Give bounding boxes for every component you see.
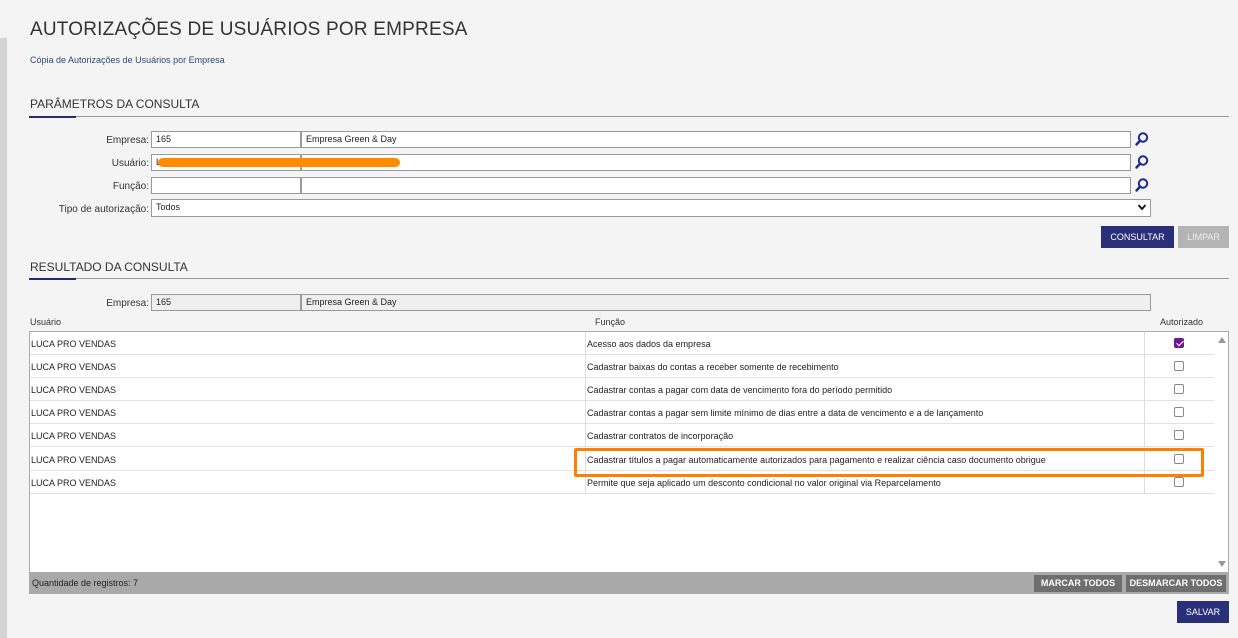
cell-funcao: Cadastrar baixas do contas a receber som… xyxy=(587,362,839,372)
column-divider xyxy=(1144,401,1145,424)
scroll-up-arrow-icon[interactable] xyxy=(1218,337,1226,343)
column-divider xyxy=(585,471,586,494)
column-divider xyxy=(1144,332,1145,355)
column-divider xyxy=(585,424,586,447)
column-divider xyxy=(1144,378,1145,401)
scroll-down-arrow-icon[interactable] xyxy=(1218,561,1226,567)
column-divider xyxy=(1144,424,1145,447)
empresa-name-field[interactable]: Empresa Green & Day xyxy=(301,131,1131,148)
autorizado-checkbox[interactable] xyxy=(1174,430,1184,440)
funcao-name-field[interactable] xyxy=(301,177,1131,194)
grid-scrollbar[interactable] xyxy=(1215,332,1228,572)
search-icon[interactable] xyxy=(1134,131,1150,147)
cell-funcao: Cadastrar contratos de incorporação xyxy=(587,431,734,441)
redaction-mark xyxy=(158,158,400,167)
cell-usuario: LUCA PRO VENDAS xyxy=(31,455,117,465)
column-divider xyxy=(1144,471,1145,494)
limpar-button[interactable]: LIMPAR xyxy=(1178,226,1229,248)
cell-usuario: LUCA PRO VENDAS xyxy=(31,339,117,349)
cell-usuario: LUCA PRO VENDAS xyxy=(31,478,117,488)
empresa-code-field[interactable]: 165 xyxy=(151,131,301,148)
result-empresa-name: Empresa Green & Day xyxy=(301,294,1151,311)
cell-funcao: Permite que seja aplicado um desconto co… xyxy=(587,478,941,488)
desmarcar-todos-button[interactable]: DESMARCAR TODOS xyxy=(1126,575,1226,592)
chevron-down-icon xyxy=(1137,204,1147,211)
funcao-label: Função: xyxy=(112,181,149,192)
result-section-accent xyxy=(29,278,76,280)
cell-funcao: Cadastrar contas a pagar com data de ven… xyxy=(587,385,893,395)
consultar-button[interactable]: CONSULTAR xyxy=(1101,226,1174,248)
usuario-label: Usuário: xyxy=(111,158,149,169)
column-divider xyxy=(585,401,586,424)
table-row[interactable]: LUCA PRO VENDAS Cadastrar contratos de i… xyxy=(30,424,1214,447)
record-count: Quantidade de registros: 7 xyxy=(32,578,139,588)
column-divider xyxy=(585,332,586,355)
cell-usuario: LUCA PRO VENDAS xyxy=(31,408,117,418)
column-divider xyxy=(1144,355,1145,378)
page-title: AUTORIZAÇÕES DE USUÁRIOS POR EMPRESA xyxy=(30,19,468,40)
autorizado-checkbox[interactable] xyxy=(1174,361,1184,371)
table-row[interactable]: LUCA PRO VENDAS Cadastrar baixas do cont… xyxy=(30,355,1214,378)
autorizado-checkbox[interactable] xyxy=(1174,338,1184,348)
grid-header: Usuário Função Autorizado xyxy=(29,316,1229,330)
usuario-name-field[interactable] xyxy=(301,154,1131,171)
cell-funcao: Cadastrar títulos a pagar automaticament… xyxy=(587,455,1046,465)
grid-footer: Quantidade de registros: 7 MARCAR TODOS … xyxy=(29,573,1229,594)
table-row[interactable]: LUCA PRO VENDAS Cadastrar títulos a paga… xyxy=(30,448,1214,471)
copy-authorizations-link[interactable]: Cópia de Autorizações de Usuários por Em… xyxy=(30,55,225,65)
result-section-title: RESULTADO DA CONSULTA xyxy=(30,260,188,274)
funcao-code-field[interactable] xyxy=(151,177,301,194)
salvar-button[interactable]: SALVAR xyxy=(1177,601,1229,623)
autorizado-checkbox[interactable] xyxy=(1174,454,1184,464)
tipo-autorizacao-select[interactable]: Todos xyxy=(151,199,1151,217)
col-funcao-header[interactable]: Função xyxy=(595,317,625,327)
cell-usuario: LUCA PRO VENDAS xyxy=(31,431,117,441)
empresa-label: Empresa: xyxy=(106,135,149,146)
column-divider xyxy=(585,378,586,401)
results-grid: LUCA PRO VENDAS Acesso aos dados da empr… xyxy=(29,331,1229,573)
params-section-title: PARÂMETROS DA CONSULTA xyxy=(30,97,200,111)
search-icon[interactable] xyxy=(1134,154,1150,170)
table-row[interactable]: LUCA PRO VENDAS Cadastrar contas a pagar… xyxy=(30,378,1214,401)
result-section-divider xyxy=(29,278,1229,279)
col-autorizado-header[interactable]: Autorizado xyxy=(1160,317,1203,327)
marcar-todos-button[interactable]: MARCAR TODOS xyxy=(1034,575,1122,592)
tipo-autorizacao-label: Tipo de autorização: xyxy=(58,204,149,215)
column-divider xyxy=(585,355,586,378)
left-rail xyxy=(0,38,7,638)
cell-funcao: Acesso aos dados da empresa xyxy=(587,339,711,349)
params-section-accent xyxy=(29,116,76,118)
result-empresa-code: 165 xyxy=(151,294,301,311)
autorizado-checkbox[interactable] xyxy=(1174,477,1184,487)
column-divider xyxy=(1144,448,1145,471)
search-icon[interactable] xyxy=(1134,177,1150,193)
table-row[interactable]: LUCA PRO VENDAS Cadastrar contas a pagar… xyxy=(30,401,1214,424)
tipo-autorizacao-value: Todos xyxy=(156,202,181,212)
params-section-divider xyxy=(29,116,1229,117)
autorizado-checkbox[interactable] xyxy=(1174,384,1184,394)
table-row[interactable]: LUCA PRO VENDAS Acesso aos dados da empr… xyxy=(30,332,1214,355)
result-empresa-label: Empresa: xyxy=(106,298,149,309)
autorizado-checkbox[interactable] xyxy=(1174,407,1184,417)
cell-usuario: LUCA PRO VENDAS xyxy=(31,385,117,395)
column-divider xyxy=(585,448,586,471)
cell-funcao: Cadastrar contas a pagar sem limite míni… xyxy=(587,408,984,418)
cell-usuario: LUCA PRO VENDAS xyxy=(31,362,117,372)
col-usuario-header[interactable]: Usuário xyxy=(30,317,61,327)
table-row[interactable]: LUCA PRO VENDAS Permite que seja aplicad… xyxy=(30,471,1214,494)
